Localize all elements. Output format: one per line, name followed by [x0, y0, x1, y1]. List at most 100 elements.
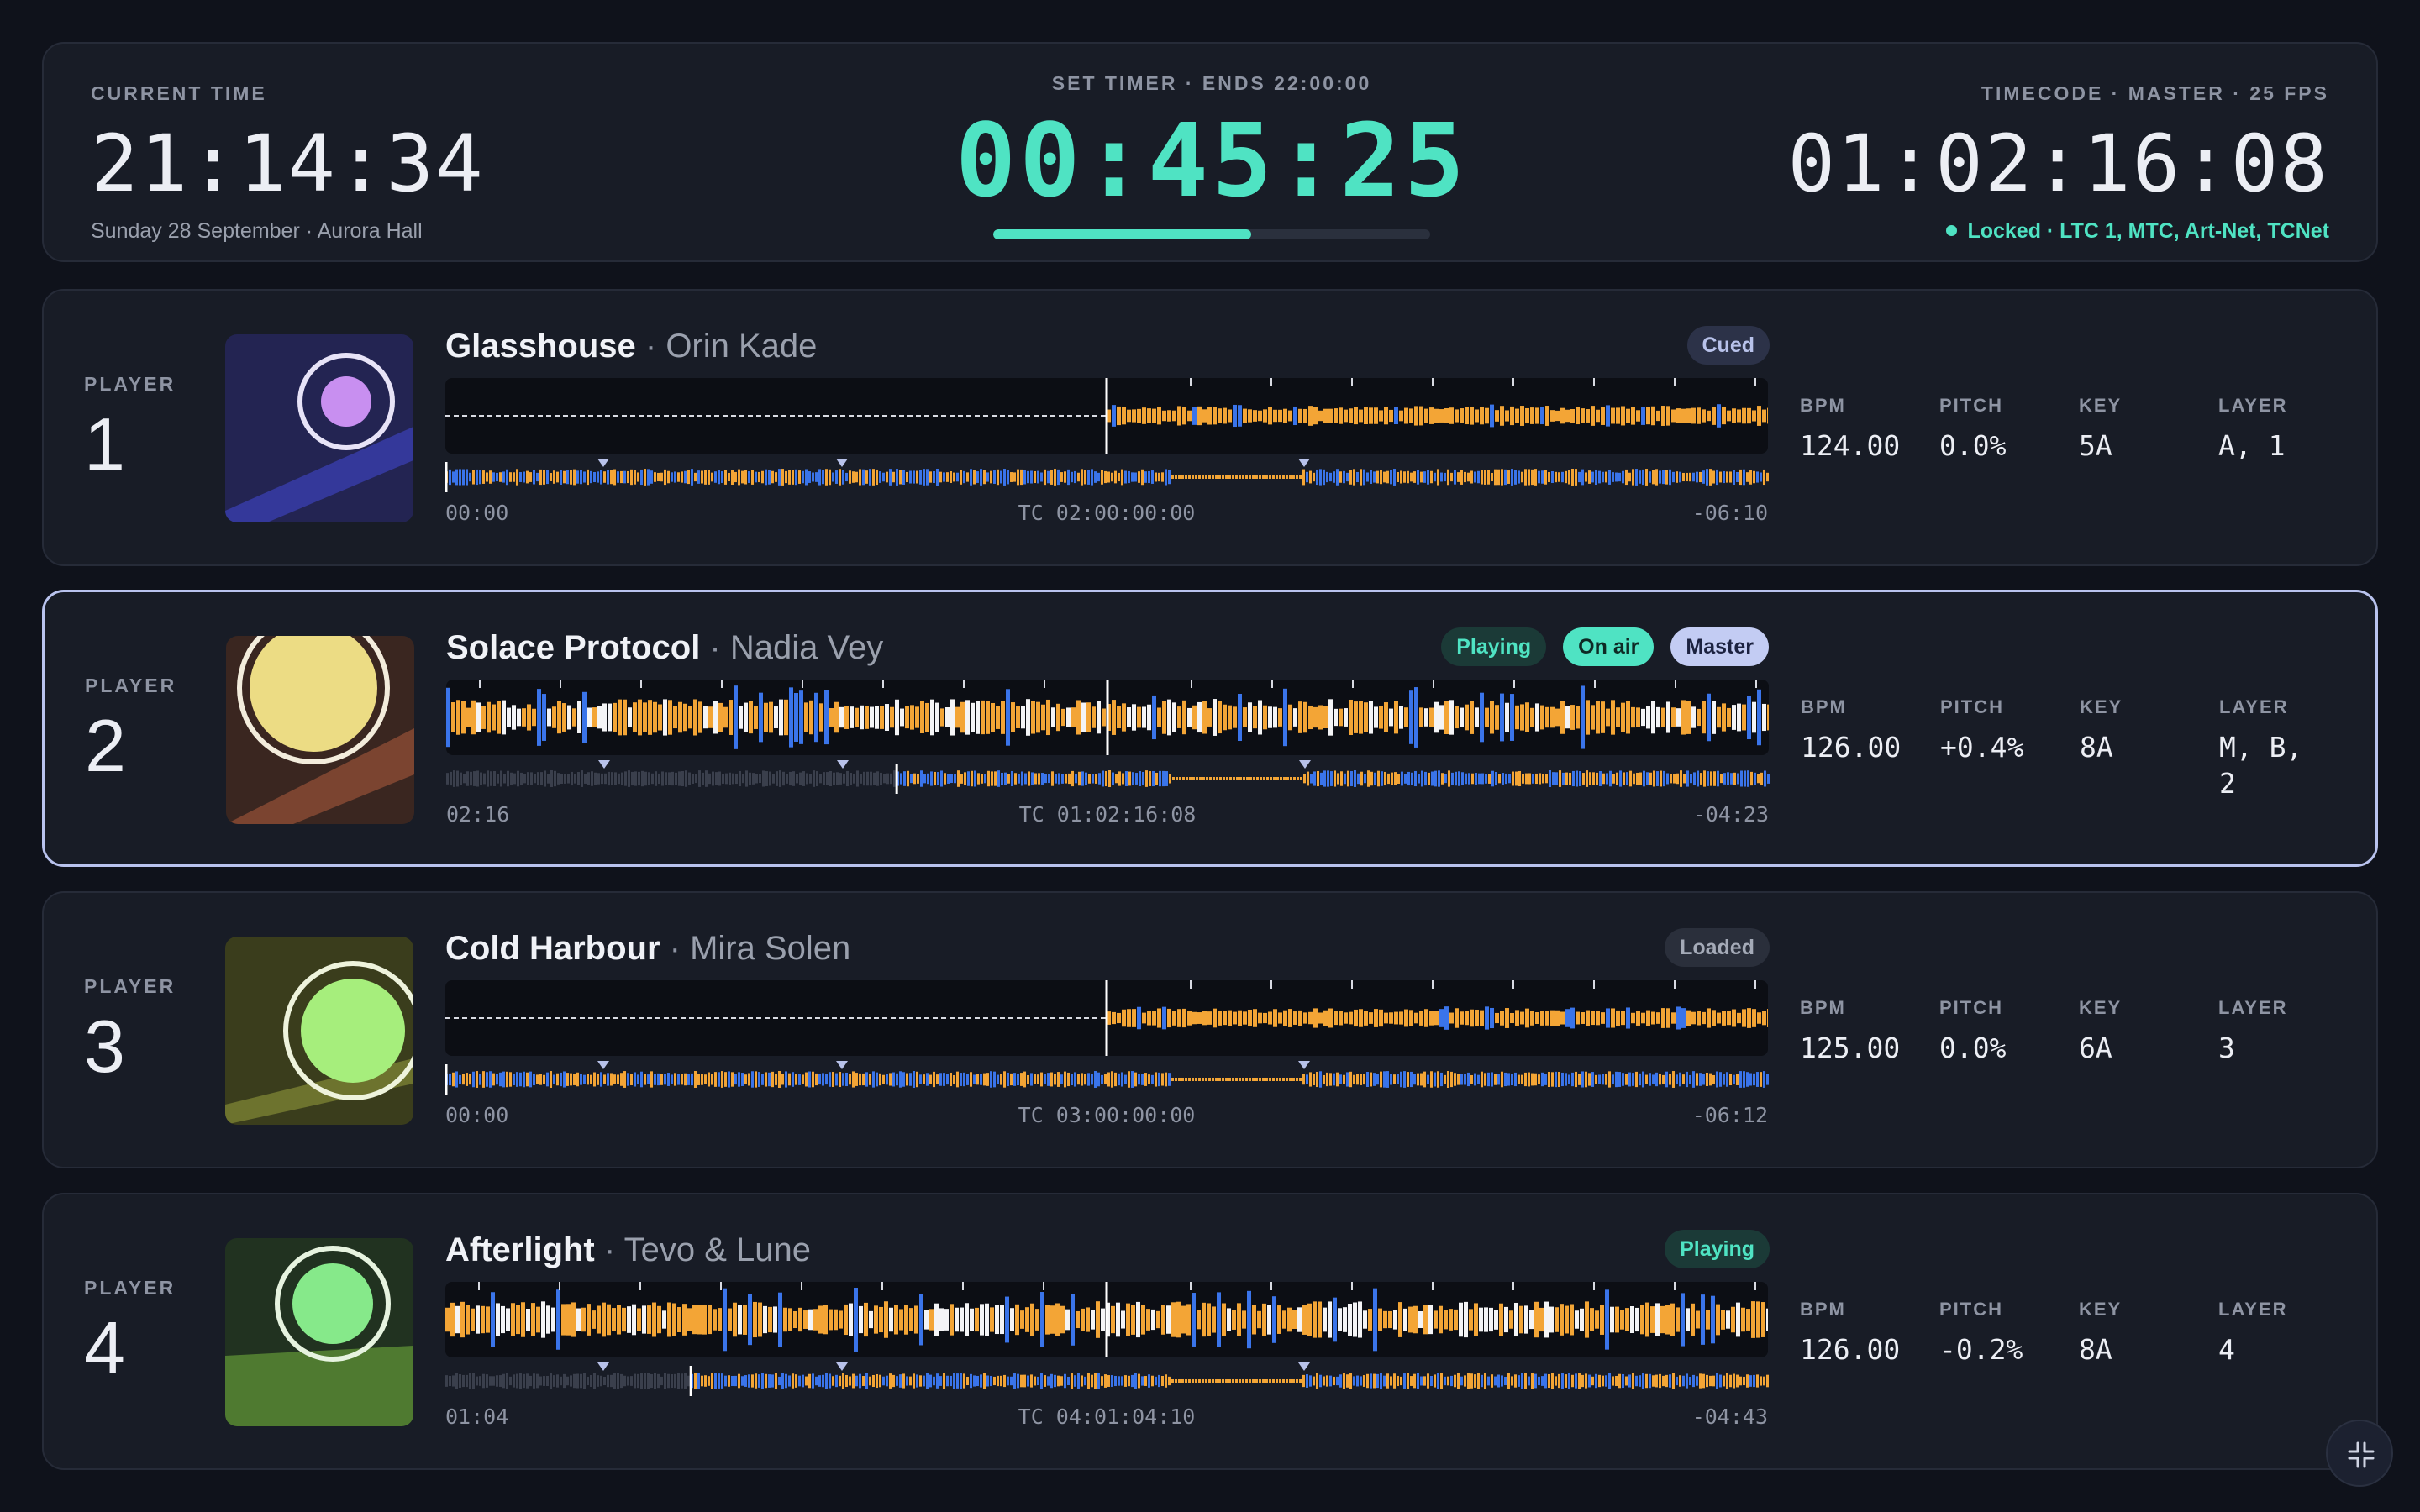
overview-bar — [1047, 470, 1050, 484]
waveform-bar — [1641, 1012, 1645, 1024]
waveform-bar — [1706, 1310, 1710, 1330]
waveform-bar — [1736, 1302, 1740, 1337]
overview-bar — [1723, 470, 1725, 484]
overview-bar — [1581, 1374, 1584, 1388]
waveform-bar — [1651, 701, 1655, 734]
overview-bar — [1381, 771, 1383, 786]
player-card-3[interactable]: PLAYER 3 Cold Harbour · Mira Solen Loade… — [42, 891, 2378, 1168]
waveform-bar — [1606, 708, 1610, 727]
overview-bar — [1428, 772, 1430, 785]
overview-bar — [751, 1071, 754, 1088]
overview-bar — [1475, 773, 1477, 785]
waveform-bar — [658, 704, 662, 731]
overview-bar — [1339, 1374, 1342, 1388]
waveform-bar — [1192, 1011, 1197, 1025]
waveform-bar — [1722, 407, 1726, 425]
overview-bar — [687, 1074, 690, 1085]
overview-bar — [721, 1373, 723, 1389]
waveform-bar — [1112, 405, 1116, 427]
waveform-bar — [1670, 1303, 1675, 1336]
overview-bar — [859, 1373, 861, 1389]
overview-bar — [550, 1373, 552, 1389]
overview-bar — [1763, 1071, 1765, 1088]
waveform-bar — [1444, 1006, 1449, 1030]
overview-bar — [808, 1373, 811, 1389]
overview-bar — [1464, 471, 1466, 483]
player-card-1[interactable]: PLAYER 1 Glasshouse · Orin Kade Cued 00:… — [42, 289, 2378, 566]
overview-bar — [1091, 1074, 1093, 1085]
waveform-bar — [1147, 704, 1151, 731]
overview-bar — [1538, 1376, 1540, 1386]
overview-bar — [1319, 1374, 1322, 1388]
overview-bar — [909, 1073, 912, 1086]
waveform-bar — [1530, 407, 1534, 424]
overview-bar — [594, 772, 597, 785]
waveform-bar — [552, 706, 556, 728]
waveform-overview[interactable] — [445, 1061, 1769, 1095]
waveform-zoomed[interactable] — [446, 680, 1769, 755]
waveform-bar — [1213, 407, 1217, 425]
waveform-bar — [1545, 706, 1549, 728]
waveform-bar — [1404, 407, 1408, 424]
overview-bar — [1660, 770, 1662, 787]
overview-bar — [1003, 1071, 1006, 1088]
player-card-4[interactable]: PLAYER 4 Afterlight · Tevo & Lune Playin… — [42, 1193, 2378, 1470]
overview-bar — [1569, 772, 1571, 785]
overview-bar — [778, 1376, 781, 1386]
waveform-zoomed[interactable] — [445, 378, 1768, 454]
overview-bar — [1484, 1073, 1486, 1086]
waveform-bar — [784, 699, 788, 736]
overview-bar — [930, 771, 933, 786]
overview-bar — [687, 1375, 690, 1387]
waveform-bar — [1434, 701, 1439, 733]
waveform-bar — [808, 1309, 813, 1331]
waveform-bar — [743, 1305, 747, 1335]
waveform-overview[interactable] — [445, 1362, 1769, 1396]
waveform-bar — [1328, 408, 1333, 423]
overview-bar — [1524, 469, 1527, 486]
waveform-bar — [1167, 1008, 1171, 1028]
overview-bar — [1743, 469, 1745, 486]
overview-bar — [1078, 771, 1081, 786]
overview-bar — [544, 770, 546, 787]
waveform-bar — [1676, 408, 1681, 423]
overview-bar — [1041, 773, 1044, 785]
waveform-zoomed[interactable] — [445, 1282, 1768, 1357]
overview-bar — [1097, 1072, 1100, 1087]
overview-bar — [597, 1375, 599, 1387]
pitch-value: 0.0% — [1939, 1032, 2007, 1064]
waveform-bar — [1097, 701, 1101, 734]
exit-fullscreen-button[interactable] — [2326, 1420, 2393, 1487]
waveform-overview[interactable] — [445, 459, 1769, 492]
waveform-bar — [1595, 1310, 1599, 1329]
overview-bar — [1555, 1071, 1557, 1088]
overview-bar — [1292, 1078, 1295, 1081]
waveform-bar — [1358, 1301, 1362, 1338]
waveform-overview[interactable] — [446, 760, 1770, 794]
waveform-bar — [970, 1308, 974, 1331]
overview-bar — [1549, 770, 1551, 787]
overview-bar — [1766, 472, 1769, 482]
waveform-bar — [1539, 1307, 1544, 1332]
waveform-bar — [451, 702, 455, 732]
waveform-bar — [1156, 1310, 1160, 1329]
waveform-bar — [1469, 1309, 1473, 1331]
status-badge-playing: Playing — [1441, 627, 1547, 666]
waveform-bar — [1586, 409, 1590, 423]
overview-bar — [1737, 773, 1739, 785]
waveform-bar — [1676, 1006, 1681, 1030]
overview-bar — [1077, 1373, 1080, 1389]
bpm-value: 126.00 — [1800, 1333, 1901, 1366]
overview-bar — [1457, 1074, 1460, 1085]
overview-bar — [994, 771, 997, 786]
overview-bar — [1329, 472, 1332, 482]
waveform-bar — [471, 700, 476, 735]
waveform-bar — [1283, 1010, 1287, 1026]
waveform-zoomed[interactable] — [445, 980, 1768, 1056]
waveform-bar — [854, 1288, 858, 1352]
overview-bar — [862, 1073, 865, 1086]
overview-bar — [1397, 1074, 1399, 1085]
overview-bar — [835, 470, 838, 484]
key-label: KEY — [2079, 395, 2123, 416]
player-card-2[interactable]: PLAYER 2 Solace Protocol · Nadia Vey Pla… — [42, 590, 2378, 867]
